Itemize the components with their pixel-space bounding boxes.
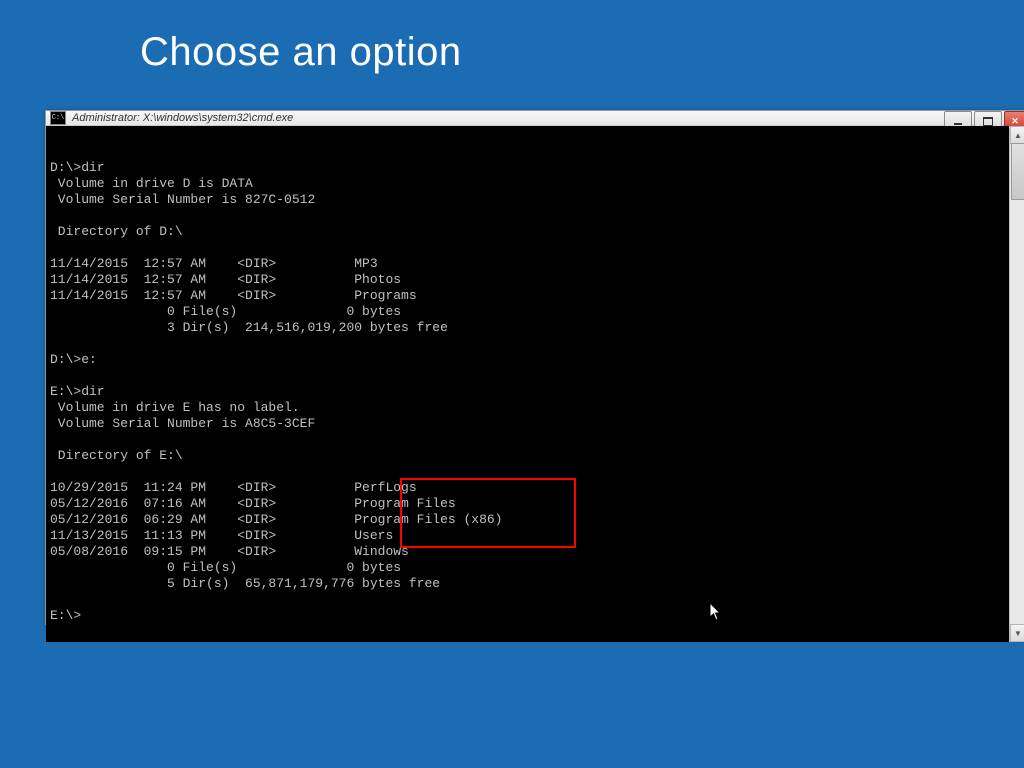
scroll-up-button[interactable]: ▲ bbox=[1010, 126, 1024, 144]
scrollbar-track[interactable] bbox=[1010, 143, 1024, 625]
scrollbar-thumb[interactable] bbox=[1011, 143, 1024, 200]
page-title: Choose an option bbox=[140, 30, 462, 75]
window-client-area: D:\>dir Volume in drive D is DATA Volume… bbox=[46, 126, 1024, 642]
window-titlebar[interactable]: C:\ Administrator: X:\windows\system32\c… bbox=[46, 111, 1024, 126]
minimize-icon bbox=[954, 123, 962, 125]
highlight-annotation bbox=[400, 478, 576, 548]
cmd-window: C:\ Administrator: X:\windows\system32\c… bbox=[45, 110, 1024, 625]
terminal-output[interactable]: D:\>dir Volume in drive D is DATA Volume… bbox=[46, 126, 1009, 642]
cmd-sysmenu-icon[interactable]: C:\ bbox=[50, 111, 66, 125]
vertical-scrollbar[interactable]: ▲ ▼ bbox=[1009, 126, 1024, 642]
maximize-icon bbox=[983, 117, 993, 126]
window-title-text: Administrator: X:\windows\system32\cmd.e… bbox=[72, 112, 293, 124]
close-icon: ✕ bbox=[1011, 116, 1019, 127]
scroll-down-button[interactable]: ▼ bbox=[1010, 624, 1024, 642]
